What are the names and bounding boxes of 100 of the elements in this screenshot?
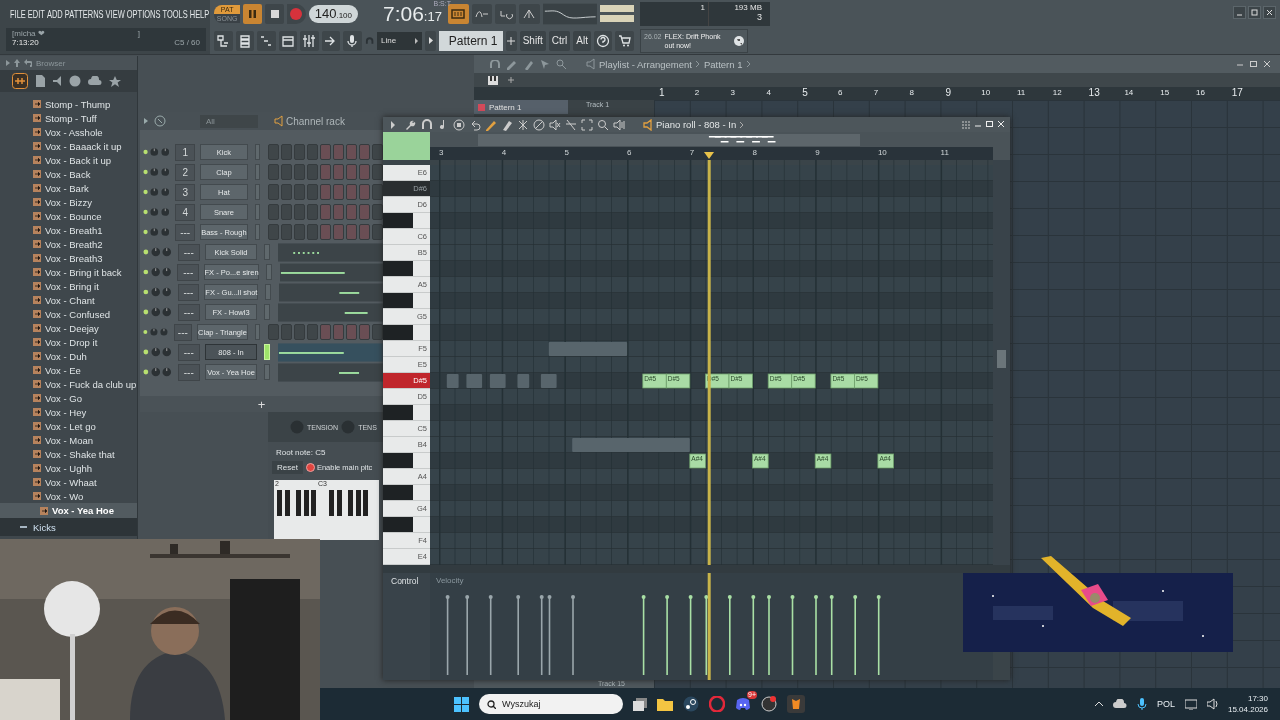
menu-item[interactable]: EDIT bbox=[27, 7, 45, 20]
step-button[interactable] bbox=[346, 224, 357, 240]
volume-knob[interactable] bbox=[162, 247, 172, 257]
step-button[interactable] bbox=[346, 204, 357, 220]
browser-item[interactable]: Vox - Chant bbox=[0, 293, 137, 307]
back-icon[interactable] bbox=[24, 59, 32, 67]
mixer-track-field[interactable]: --- bbox=[177, 283, 200, 301]
step-button[interactable] bbox=[320, 324, 331, 340]
volume-knob[interactable] bbox=[159, 327, 168, 337]
stamp-icon[interactable] bbox=[453, 118, 465, 131]
led-icon[interactable] bbox=[143, 289, 149, 295]
add-channel-button[interactable]: + bbox=[140, 396, 383, 412]
mixer-track-field[interactable]: --- bbox=[175, 223, 196, 241]
led-icon[interactable] bbox=[143, 309, 149, 315]
velocity-lane[interactable] bbox=[430, 573, 993, 680]
maximize-button[interactable] bbox=[1248, 6, 1261, 19]
mixer-track-field[interactable]: --- bbox=[177, 263, 200, 281]
modifier-key[interactable]: Shift bbox=[519, 30, 546, 51]
pencil-icon[interactable] bbox=[506, 58, 517, 70]
step-button[interactable] bbox=[346, 164, 357, 180]
step-button[interactable] bbox=[320, 144, 331, 160]
browser-item[interactable]: Vox - Breath1 bbox=[0, 223, 137, 237]
globe-icon[interactable] bbox=[69, 75, 81, 87]
pan-knob[interactable] bbox=[150, 347, 161, 357]
step-button[interactable] bbox=[320, 204, 331, 220]
menu-item[interactable]: TOOLS bbox=[162, 7, 188, 20]
step-button[interactable] bbox=[359, 204, 370, 220]
reset-button[interactable]: Reset bbox=[272, 461, 303, 474]
step-button[interactable] bbox=[346, 324, 357, 340]
steam-icon[interactable] bbox=[683, 696, 699, 712]
mixer-track-field[interactable]: --- bbox=[177, 343, 200, 361]
led-icon[interactable] bbox=[143, 169, 149, 175]
plugin-button[interactable] bbox=[278, 30, 298, 51]
windows-icon[interactable] bbox=[454, 696, 469, 712]
cart-button[interactable] bbox=[615, 30, 634, 51]
pan-knob[interactable] bbox=[150, 267, 160, 277]
swing-icon[interactable] bbox=[154, 115, 166, 127]
step-button[interactable] bbox=[320, 164, 331, 180]
mixer-track-field[interactable]: --- bbox=[177, 363, 200, 381]
led-icon[interactable] bbox=[143, 149, 149, 155]
volume-knob[interactable] bbox=[160, 207, 170, 217]
pencil-icon[interactable] bbox=[485, 118, 497, 131]
step-button[interactable] bbox=[333, 184, 344, 200]
browser-item[interactable]: Vox - Bring it back bbox=[0, 265, 137, 279]
volume-knob[interactable] bbox=[160, 227, 170, 237]
close-icon[interactable] bbox=[1264, 61, 1270, 67]
plus-icon[interactable] bbox=[508, 77, 514, 83]
browser-item[interactable]: Stomp - Tuff bbox=[0, 111, 137, 125]
magnet-icon[interactable] bbox=[490, 59, 500, 69]
volume-knob[interactable] bbox=[162, 347, 172, 357]
star-icon[interactable] bbox=[109, 75, 121, 87]
search-field[interactable]: Wyszukaj bbox=[479, 694, 623, 714]
menu-item[interactable]: VIEW bbox=[105, 7, 125, 20]
piano-icon[interactable] bbox=[488, 75, 498, 85]
control-label[interactable]: Control bbox=[391, 576, 419, 586]
menu-item[interactable]: OPTIONS bbox=[126, 7, 161, 20]
expand-icon[interactable] bbox=[144, 118, 148, 124]
magnet-icon[interactable] bbox=[421, 118, 433, 131]
loop-record-button[interactable] bbox=[495, 3, 516, 24]
browser-item[interactable]: Vox - Fuck da club up bbox=[0, 377, 137, 391]
folder-icon[interactable] bbox=[657, 697, 673, 711]
step-button[interactable] bbox=[333, 224, 344, 240]
browser-item[interactable]: Vox - Drop it bbox=[0, 335, 137, 349]
step-button[interactable] bbox=[359, 164, 370, 180]
volume-icon[interactable] bbox=[1206, 698, 1218, 710]
browser-item[interactable]: Vox - Breath3 bbox=[0, 251, 137, 265]
language-indicator[interactable]: POL bbox=[1156, 699, 1175, 709]
volume-knob[interactable] bbox=[160, 167, 170, 177]
mixer-track-field[interactable]: 4 bbox=[175, 203, 196, 221]
undo-icon[interactable] bbox=[469, 118, 481, 131]
browser-item[interactable]: Vox - Moan bbox=[0, 433, 137, 447]
piano-key[interactable] bbox=[383, 325, 430, 341]
step-button[interactable] bbox=[333, 324, 344, 340]
browser-item[interactable]: Vox - Ughh bbox=[0, 461, 137, 475]
search-input[interactable]: Wyszukaj bbox=[502, 696, 612, 712]
chevron-up-icon[interactable] bbox=[1094, 701, 1103, 707]
step-button[interactable] bbox=[333, 204, 344, 220]
delete-tool-icon[interactable] bbox=[517, 118, 529, 131]
browser-item[interactable]: Vox - Deejay bbox=[0, 321, 137, 335]
step-button[interactable] bbox=[320, 184, 331, 200]
piano-key[interactable] bbox=[383, 261, 430, 277]
obs-icon[interactable] bbox=[761, 696, 777, 712]
discord-icon[interactable] bbox=[735, 696, 751, 712]
menu-item[interactable]: FILE bbox=[10, 7, 26, 20]
scrollbar-thumb[interactable] bbox=[997, 350, 1006, 368]
step-button[interactable] bbox=[359, 324, 370, 340]
pattern-selector[interactable]: Pattern 1 bbox=[439, 30, 503, 51]
menu-icon[interactable] bbox=[962, 120, 970, 129]
browser-item[interactable]: Vox - Bounce bbox=[0, 209, 137, 223]
browser-item[interactable]: Vox - Whaat bbox=[0, 475, 137, 489]
modifier-key[interactable]: Alt bbox=[573, 30, 591, 51]
mixer-track-field[interactable]: --- bbox=[177, 303, 200, 321]
browser-item[interactable]: Vox - Ee bbox=[0, 363, 137, 377]
browser-item[interactable]: Vox - Duh bbox=[0, 349, 137, 363]
pattern-clip-label[interactable]: Pattern 1 bbox=[474, 100, 568, 114]
browser-item[interactable]: Vox - Back bbox=[0, 167, 137, 181]
led-icon[interactable] bbox=[143, 329, 148, 335]
step-button[interactable] bbox=[359, 184, 370, 200]
task-view-icon[interactable] bbox=[633, 697, 647, 711]
volume-knob[interactable] bbox=[162, 267, 172, 277]
